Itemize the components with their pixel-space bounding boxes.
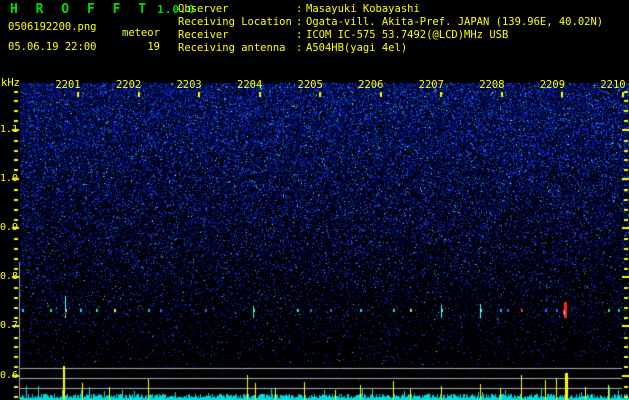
time-tick-label: 2209 [539, 79, 566, 91]
time-tick-label: 2210 [600, 79, 626, 91]
time-tick-label: 2203 [176, 79, 202, 91]
station-info-row: Receiving antenna: A504HB(yagi 4el) [178, 42, 407, 54]
spectrogram-canvas [0, 0, 629, 400]
freq-tick-label: 0.8 [0, 271, 19, 282]
freq-tick-label: 1.0 [0, 173, 19, 184]
info-label: Observer [178, 3, 229, 15]
info-value: ICOM IC-575 53.7492(@LCD)MHz USB [306, 29, 509, 41]
info-separator: : [296, 3, 303, 15]
info-value: Masayuki Kobayashi [306, 3, 420, 15]
station-info-row: Receiving Location: Ogata-vill. Akita-Pre… [178, 16, 603, 28]
time-tick-label: 2201 [55, 79, 81, 91]
time-tick-label: 2206 [358, 79, 384, 91]
freq-tick-label: 0.9 [0, 222, 19, 233]
output-filename: 0506192200.png [8, 21, 97, 33]
app-title: H R O F F T 1.0.0 [10, 2, 195, 17]
time-tick-label: 2207 [418, 79, 444, 91]
info-label: Receiver [178, 29, 229, 41]
info-separator: : [296, 29, 303, 41]
info-label: Receiving antenna [178, 42, 286, 54]
mode-label: meteor [122, 27, 160, 39]
info-value: A504HB(yagi 4el) [306, 42, 408, 54]
station-info-row: Receiver: ICOM IC-575 53.7492(@LCD)MHz US… [178, 29, 508, 41]
app-title-text: H R O F F T [10, 2, 152, 17]
time-tick-label: 2208 [479, 79, 505, 91]
hrofft-window: { "header": { "app_title": "H R O F F T"… [0, 0, 629, 400]
time-tick-label: 2204 [237, 79, 263, 91]
meteor-count: 19 [147, 41, 160, 53]
info-separator: : [296, 16, 303, 28]
time-tick-label: 2205 [297, 79, 323, 91]
observation-datetime: 05.06.19 22:00 [8, 41, 97, 53]
info-separator: : [296, 42, 303, 54]
info-value: Ogata-vill. Akita-Pref. JAPAN (139.96E, … [306, 16, 604, 28]
info-label: Receiving Location [178, 16, 292, 28]
freq-tick-label: 0.7 [0, 320, 19, 331]
freq-tick-label: 0.6 [0, 370, 19, 381]
freq-axis-unit: kHz [1, 77, 20, 89]
station-info-row: Observer: Masayuki Kobayashi [178, 3, 420, 15]
freq-tick-label: 1.1 [0, 124, 19, 135]
time-tick-label: 2202 [115, 79, 142, 91]
